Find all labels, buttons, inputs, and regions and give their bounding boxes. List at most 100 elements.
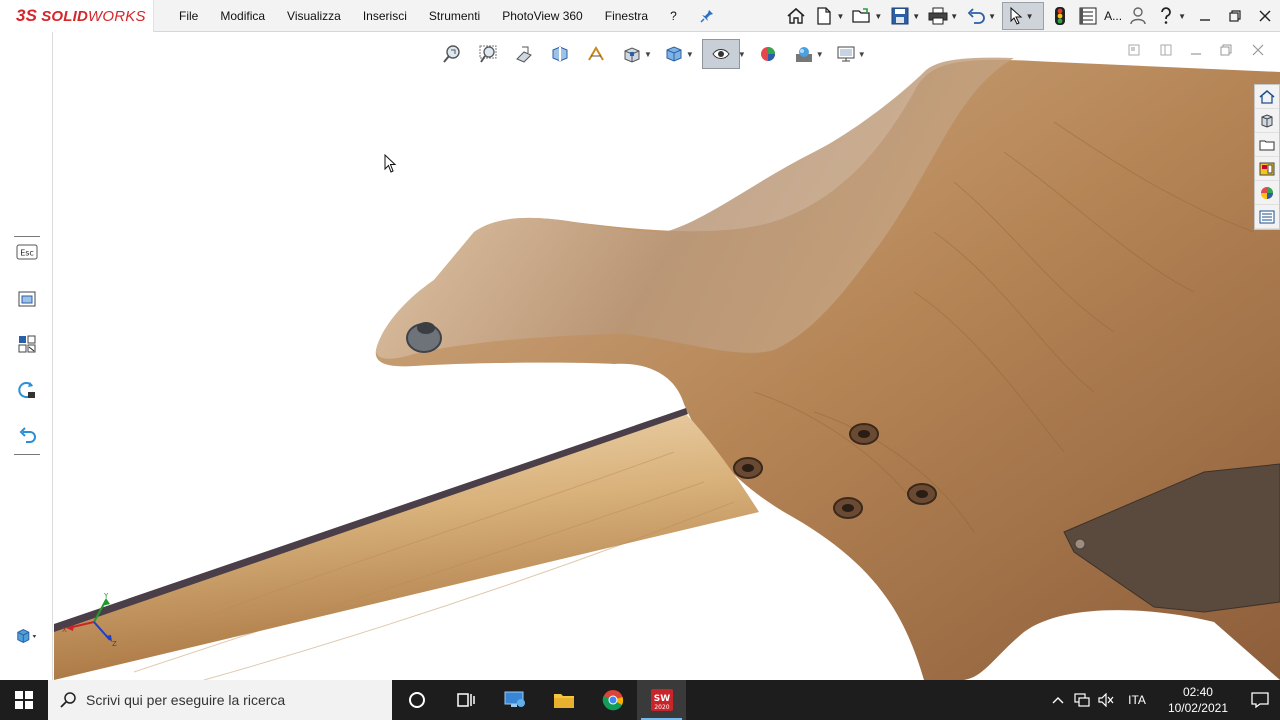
menu-photoview[interactable]: PhotoView 360: [491, 0, 594, 32]
new-dropdown-icon[interactable]: ▼: [836, 12, 844, 21]
save-icon[interactable]: [888, 3, 912, 29]
menu-strumenti[interactable]: Strumenti: [418, 0, 491, 32]
view-settings-icon[interactable]: [832, 41, 860, 67]
solidworks-app-icon: SW2020: [650, 689, 673, 711]
escape-button[interactable]: Esc: [15, 240, 39, 264]
title-bar: 3S SOLIDWORKS File Modifica Visualizza In…: [0, 0, 1280, 32]
section-view-icon[interactable]: [546, 41, 574, 67]
input-language-indicator[interactable]: ITA: [1128, 693, 1146, 707]
ds-logo-mark: 3S: [16, 5, 38, 25]
display-style-icon[interactable]: [660, 41, 688, 67]
close-icon[interactable]: [1250, 0, 1280, 32]
menu-bar: File Modifica Visualizza Inserisci Strum…: [154, 0, 718, 32]
toolbar-truncated-label[interactable]: A...: [1104, 9, 1122, 23]
solidworks-resources-icon[interactable]: [1255, 85, 1279, 109]
doc-restore-icon[interactable]: [1214, 40, 1238, 60]
display-style-dropdown-icon[interactable]: ▼: [686, 50, 694, 59]
guitar-model-render: Y X Z: [54, 57, 1280, 680]
apply-scene-dropdown-icon[interactable]: ▼: [816, 50, 824, 59]
design-library-icon[interactable]: [1255, 109, 1279, 133]
doc-close-icon[interactable]: [1246, 40, 1270, 60]
zoom-to-fit-icon[interactable]: [438, 41, 466, 67]
custom-properties-icon[interactable]: [1255, 205, 1279, 229]
print-dropdown-icon[interactable]: ▼: [950, 12, 958, 21]
menu-inserisci[interactable]: Inserisci: [352, 0, 418, 32]
panel-divider: [14, 454, 40, 455]
pin-menu-icon[interactable]: [696, 5, 718, 27]
doc-minimize-icon[interactable]: [1184, 40, 1208, 60]
file-properties-icon[interactable]: [1076, 3, 1100, 29]
triad-x-label: X: [62, 626, 67, 634]
menu-finestra[interactable]: Finestra: [594, 0, 659, 32]
chrome-icon[interactable]: [588, 680, 637, 720]
taskbar-search-box[interactable]: Scrivi qui per eseguire la ricerca: [48, 680, 392, 720]
clock-date: 10/02/2021: [1167, 701, 1228, 715]
remote-desktop-icon[interactable]: [490, 680, 539, 720]
home-icon[interactable]: [784, 3, 808, 29]
view-orientation-icon[interactable]: [15, 624, 39, 648]
search-placeholder: Scrivi qui per eseguire la ricerca: [86, 692, 286, 708]
solidworks-logo[interactable]: 3S SOLIDWORKS: [0, 0, 154, 32]
hide-show-dropdown-icon[interactable]: ▼: [738, 50, 746, 59]
task-pane-tabs: [1254, 84, 1280, 230]
network-icon[interactable]: [1070, 680, 1094, 720]
windows-start-icon[interactable]: [0, 680, 48, 720]
heads-up-view-toolbar: ▼ ▼ ▼ ▼ ▼: [434, 39, 870, 69]
user-account-icon[interactable]: [1126, 3, 1150, 29]
show-hidden-icons-icon[interactable]: [1046, 680, 1070, 720]
graphics-viewport[interactable]: Y X Z ▼ ▼ ▼ ▼ ▼: [54, 32, 1280, 680]
minimize-icon[interactable]: [1190, 0, 1220, 32]
file-explorer-icon[interactable]: [1255, 133, 1279, 157]
apply-scene-icon[interactable]: [790, 41, 818, 67]
search-icon: [60, 692, 76, 708]
hide-show-items-icon[interactable]: [701, 39, 740, 69]
file-explorer-taskbar-icon[interactable]: [539, 680, 588, 720]
previous-view-icon[interactable]: [510, 41, 538, 67]
guitar-neck: [54, 412, 759, 680]
menu-help[interactable]: ?: [659, 0, 688, 32]
help-dropdown-icon[interactable]: ▼: [1178, 12, 1186, 21]
help-icon[interactable]: [1154, 3, 1178, 29]
undo-dropdown-icon[interactable]: ▼: [988, 12, 996, 21]
menu-modifica[interactable]: Modifica: [209, 0, 276, 32]
rebuild-traffic-light-icon[interactable]: [1048, 3, 1072, 29]
select-dropdown-icon[interactable]: ▼: [1026, 12, 1034, 21]
print-preview-icon[interactable]: [15, 287, 39, 311]
select-tool-button[interactable]: ▼: [1002, 2, 1045, 30]
quick-access-toolbar: ▼ ▼ ▼ ▼ ▼ ▼ A... ▼: [782, 0, 1280, 32]
undo-icon[interactable]: [964, 3, 988, 29]
left-shortcut-panel: Esc: [0, 32, 53, 680]
system-clock[interactable]: 02:40 10/02/2021: [1168, 684, 1228, 716]
view-layout-icon[interactable]: [15, 332, 39, 356]
undo-view-icon[interactable]: [15, 424, 39, 448]
volume-muted-icon[interactable]: [1094, 680, 1118, 720]
triad-y-label: Y: [103, 592, 109, 600]
view-palette-icon[interactable]: [1255, 157, 1279, 181]
view-orientation-dropdown-icon[interactable]: ▼: [644, 50, 652, 59]
rotate-lock-icon[interactable]: [15, 378, 39, 402]
dynamic-annotation-icon[interactable]: [582, 41, 610, 67]
menu-file[interactable]: File: [168, 0, 209, 32]
esc-label: Esc: [20, 249, 34, 258]
save-dropdown-icon[interactable]: ▼: [912, 12, 920, 21]
solidworks-taskbar-button[interactable]: SW 2020: [637, 680, 686, 720]
open-dropdown-icon[interactable]: ▼: [874, 12, 882, 21]
cover-screw: [1074, 538, 1086, 550]
cortana-icon[interactable]: [392, 680, 441, 720]
view-orientation-hud-icon[interactable]: [618, 41, 646, 67]
new-document-icon[interactable]: [812, 3, 836, 29]
open-folder-icon[interactable]: [850, 3, 874, 29]
tile-window-icon[interactable]: [1122, 40, 1146, 60]
print-icon[interactable]: [926, 3, 950, 29]
task-view-icon[interactable]: [441, 680, 490, 720]
edit-appearance-icon[interactable]: [754, 41, 782, 67]
appearances-scenes-icon[interactable]: [1255, 181, 1279, 205]
zoom-to-area-icon[interactable]: [474, 41, 502, 67]
brand-works: WORKS: [88, 7, 146, 25]
maximize-view-icon[interactable]: [1154, 40, 1178, 60]
menu-visualizza[interactable]: Visualizza: [276, 0, 352, 32]
notifications-icon[interactable]: [1240, 680, 1280, 720]
restore-icon[interactable]: [1220, 0, 1250, 32]
solidworks-window: 3S SOLIDWORKS File Modifica Visualizza In…: [0, 0, 1280, 720]
view-settings-dropdown-icon[interactable]: ▼: [858, 50, 866, 59]
